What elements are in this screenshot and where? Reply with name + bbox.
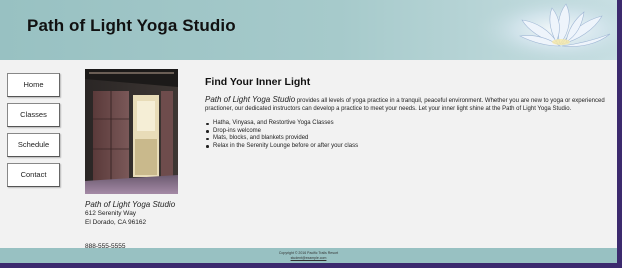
footer: Copyright © 2016 Pacific Trails Resort s… [0, 248, 617, 263]
nav-contact-button[interactable]: Contact [7, 163, 60, 187]
lotus-flower-image [470, 0, 617, 60]
intro-studio-name: Path of Light Yoga Studio [205, 95, 296, 104]
address-street: 612 Serenity Way [85, 210, 137, 217]
footer-email-link[interactable]: student@example.com [291, 256, 327, 260]
nav-menu: Home Classes Schedule Contact [7, 73, 60, 193]
intro-paragraph: Path of Light Yoga Studio provides all l… [205, 96, 610, 113]
address-studio-name: Path of Light Yoga Studio [85, 200, 176, 209]
page-heading: Find Your Inner Light [205, 76, 311, 88]
page: Path of Light Yoga Studio Home Classes S… [0, 0, 617, 263]
nav-schedule-button[interactable]: Schedule [7, 133, 60, 157]
main-content-area: Home Classes Schedule Contact Path of Li… [0, 60, 617, 250]
studio-door-photo [85, 69, 178, 194]
features-list: Hatha, Vinyasa, and Restortive Yoga Clas… [205, 120, 610, 150]
list-item: Drop-ins welcome [206, 128, 610, 136]
site-title: Path of Light Yoga Studio [27, 16, 236, 35]
list-item: Hatha, Vinyasa, and Restortive Yoga Clas… [206, 120, 610, 128]
studio-address: Path of Light Yoga Studio 612 Serenity W… [85, 200, 195, 252]
list-item: Relax in the Serenity Lounge before or a… [206, 143, 610, 151]
header-banner: Path of Light Yoga Studio [0, 0, 617, 60]
nav-home-button[interactable]: Home [7, 73, 60, 97]
address-city: El Dorado, CA 96162 [85, 218, 147, 226]
content-column: Find Your Inner Light Path of Light Yoga… [205, 76, 610, 150]
list-item: Mats, blocks, and blankets provided [206, 135, 610, 143]
nav-classes-button[interactable]: Classes [7, 103, 60, 127]
